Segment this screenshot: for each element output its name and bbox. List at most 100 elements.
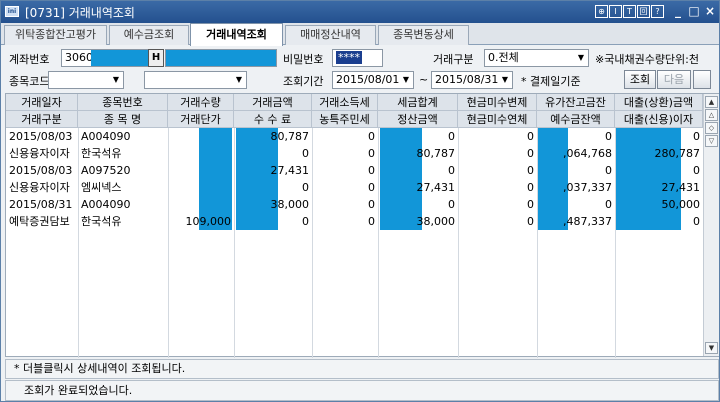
account-label: 계좌번호: [9, 53, 50, 66]
table-cell: 0: [448, 130, 455, 143]
chevron-down-icon: ▼: [577, 53, 585, 62]
col-header[interactable]: 현금미수변제: [458, 94, 537, 111]
table-cell: 0: [527, 181, 534, 194]
scroll-top-icon[interactable]: ▲: [705, 96, 718, 108]
query-form: 계좌번호 3060 H 비밀번호 **** 거래구분 0.전체 ▼ ※국내채권수…: [1, 46, 719, 92]
trade-type-label: 거래구분: [433, 53, 474, 66]
table-cell: 38,000: [416, 215, 456, 228]
table-cell: 0: [527, 198, 534, 211]
account-search-button[interactable]: H: [148, 49, 164, 67]
table-cell: 0: [368, 147, 375, 160]
tab-stock-detail[interactable]: 종목변동상세: [378, 25, 469, 45]
settlement-basis-note: * 결제일기준: [521, 75, 581, 88]
table-cell: 2015/08/03: [9, 164, 73, 177]
stock-code-select[interactable]: ▼: [48, 71, 124, 89]
print-icon[interactable]: 回: [637, 5, 650, 18]
tab-settlement[interactable]: 매매정산내역: [285, 25, 376, 45]
table-cell: 27,431: [416, 181, 456, 194]
col-header[interactable]: 대출(상환)금액: [615, 94, 703, 111]
trade-type-select[interactable]: 0.전체 ▼: [484, 49, 589, 67]
minimize-button[interactable]: _: [671, 4, 685, 18]
close-button[interactable]: ×: [703, 4, 717, 18]
table-cell: ,487,337: [563, 215, 612, 228]
tab-transaction-history[interactable]: 거래내역조회: [190, 23, 283, 46]
vertical-scrollbar[interactable]: ▲ △ ◇ ▽ ▼: [703, 94, 719, 356]
hint-bar: * 더블클릭시 상세내역이 조회됩니다.: [5, 359, 719, 379]
scroll-up-icon[interactable]: △: [705, 109, 718, 121]
date-to-value: 2015/08/31: [435, 73, 499, 86]
table-cell: 0: [368, 215, 375, 228]
col-header[interactable]: 예수금잔액: [537, 111, 615, 128]
period-label: 조회기간: [283, 75, 324, 88]
col-header[interactable]: 정산금액: [378, 111, 458, 128]
tab-portfolio-eval[interactable]: 위탁종합잔고평가: [4, 25, 107, 45]
col-header[interactable]: 세금합계: [378, 94, 458, 111]
col-header[interactable]: 거래단가: [168, 111, 234, 128]
col-header[interactable]: 거래금액: [234, 94, 312, 111]
table-cell: 50,000: [661, 198, 701, 211]
hint-text: * 더블클릭시 상세내역이 조회됩니다.: [14, 362, 186, 375]
table-cell: 엠씨넥스: [81, 181, 122, 194]
trade-type-value: 0.전체: [488, 51, 519, 64]
table-cell: 27,431: [270, 164, 310, 177]
app-logo-icon: ini: [5, 6, 19, 17]
table-cell: [168, 196, 234, 213]
table-cell: 2015/08/03: [9, 130, 73, 143]
table-cell: A097520: [81, 164, 131, 177]
table-cell: [168, 179, 234, 196]
scroll-page-icon[interactable]: ◇: [705, 122, 718, 134]
password-input[interactable]: ****: [332, 49, 383, 67]
query-button[interactable]: 조회: [624, 70, 656, 89]
main-window: ini [0731] 거래내역조회 ⊕ I T 回 ? _ □ × 위탁종합잔고…: [0, 0, 720, 402]
table-cell: A004090: [81, 130, 131, 143]
table-cell: 80,787: [416, 147, 456, 160]
grid-header: 거래일자 종목번호 거래수량 거래금액 거래소득세 세금합계 현금미수변제 유가…: [6, 94, 703, 128]
scroll-bottom-icon[interactable]: ▼: [705, 342, 718, 354]
col-header[interactable]: 거래수량: [168, 94, 234, 111]
tab-deposit[interactable]: 예수금조회: [109, 25, 189, 45]
chevron-down-icon: ▼: [112, 75, 120, 84]
table-cell: 109,000: [185, 215, 232, 228]
option-button[interactable]: [693, 70, 711, 89]
col-header[interactable]: 대출(신용)이자: [615, 111, 703, 128]
chevron-down-icon: ▼: [235, 75, 243, 84]
table-cell: ,037,337: [563, 181, 612, 194]
redaction: [91, 50, 148, 66]
col-header[interactable]: 종 목 명: [78, 111, 168, 128]
stock-code-label: 종목코드: [9, 75, 50, 88]
link-icon[interactable]: ⊕: [595, 5, 608, 18]
table-cell: 0: [448, 198, 455, 211]
account-name-field: [165, 49, 277, 67]
table-cell: 0: [368, 181, 375, 194]
col-header[interactable]: 농특주민세: [312, 111, 378, 128]
status-bar: 조회가 완료되었습니다.: [5, 380, 719, 401]
stock-name-select[interactable]: ▼: [144, 71, 247, 89]
scroll-down-icon[interactable]: ▽: [705, 135, 718, 147]
date-to-input[interactable]: 2015/08/31 ▼: [431, 71, 513, 89]
title-bar[interactable]: ini [0731] 거래내역조회 ⊕ I T 回 ? _ □ ×: [1, 1, 719, 23]
col-header[interactable]: 유가잔고금잔: [537, 94, 615, 111]
table-cell: 280,787: [654, 147, 701, 160]
next-button[interactable]: 다음: [657, 70, 691, 89]
table-cell: 0: [693, 164, 700, 177]
table-cell: 0: [693, 215, 700, 228]
maximize-button[interactable]: □: [687, 4, 701, 18]
table-cell: 0: [527, 147, 534, 160]
table-cell: 2015/08/31: [9, 198, 73, 211]
transactions-grid[interactable]: 거래일자 종목번호 거래수량 거래금액 거래소득세 세금합계 현금미수변제 유가…: [5, 93, 719, 358]
col-header[interactable]: 거래구분: [6, 111, 78, 128]
table-cell: [168, 145, 234, 162]
col-header[interactable]: 거래소득세: [312, 94, 378, 111]
info-icon[interactable]: I: [609, 5, 622, 18]
date-from-input[interactable]: 2015/08/01 ▼: [332, 71, 414, 89]
bond-unit-note: ※국내채권수량단위:천: [595, 53, 700, 66]
window-title: [0731] 거래내역조회: [25, 6, 135, 20]
col-header[interactable]: 종목번호: [78, 94, 168, 111]
col-header[interactable]: 현금미수연체: [458, 111, 537, 128]
table-cell: 0: [368, 198, 375, 211]
help-icon[interactable]: ?: [651, 5, 664, 18]
col-header[interactable]: 거래일자: [6, 94, 78, 111]
text-icon[interactable]: T: [623, 5, 636, 18]
account-input[interactable]: 3060: [61, 49, 149, 67]
col-header[interactable]: 수 수 료: [234, 111, 312, 128]
